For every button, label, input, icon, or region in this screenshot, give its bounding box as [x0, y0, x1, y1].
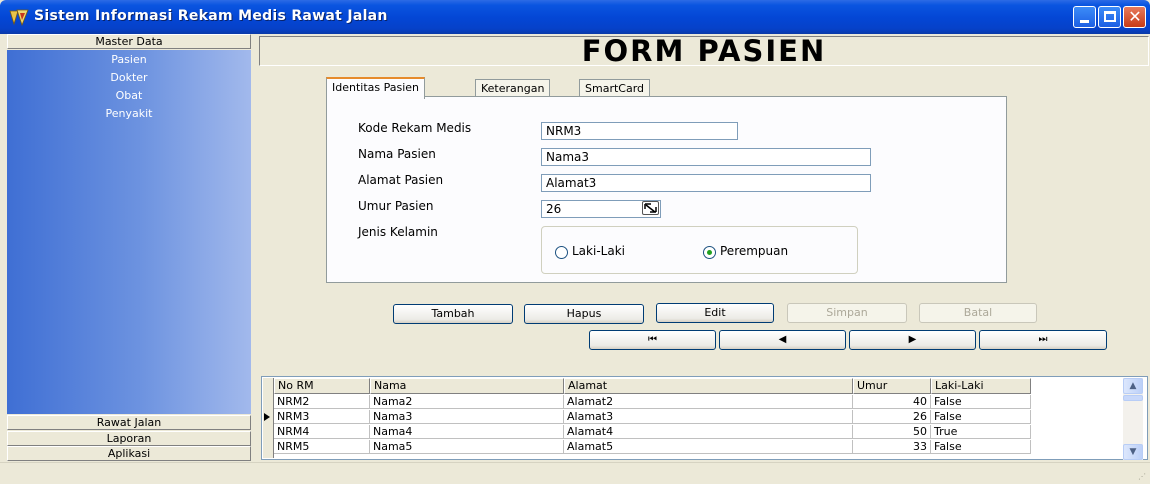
tab-identitas-pasien[interactable]: Identitas Pasien	[326, 77, 426, 99]
sidebar-item-pasien[interactable]: Pasien	[7, 53, 251, 66]
prior-record-icon: ◀	[778, 334, 787, 345]
grid-cell[interactable]: 40	[853, 395, 931, 409]
close-icon: ✕	[1128, 7, 1142, 26]
radio-laki-laki-label[interactable]: Laki-Laki	[572, 244, 625, 258]
patient-data-grid[interactable]: No RM Nama Alamat Umur Laki-Laki NRM2 Nam…	[261, 376, 1148, 460]
radio-laki-laki[interactable]	[555, 246, 568, 259]
scroll-up-icon[interactable]: ▲	[1123, 378, 1143, 394]
grid-cell[interactable]: True	[931, 425, 1031, 439]
grid-cell[interactable]: False	[931, 440, 1031, 454]
grid-header-no-rm[interactable]: No RM	[274, 378, 370, 394]
first-record-icon: ⏮	[648, 334, 657, 345]
grid-cell[interactable]: Alamat3	[564, 410, 853, 424]
form-title-panel: FORM PASIEN	[259, 36, 1149, 66]
window-title: Sistem Informasi Rekam Medis Rawat Jalan	[34, 8, 388, 24]
nav-next-button[interactable]: ▶	[849, 330, 976, 350]
sidebar-panel: Pasien Dokter Obat Penyakit	[7, 50, 251, 414]
delphi-app-icon	[9, 9, 29, 27]
hapus-button[interactable]: Hapus	[524, 304, 644, 324]
spin-arrows-icon	[644, 203, 657, 213]
grid-cell[interactable]: Alamat4	[564, 425, 853, 439]
sidebar-header-laporan[interactable]: Laporan	[7, 431, 251, 446]
jenis-kelamin-label: Jenis Kelamin	[358, 225, 438, 239]
grid-vertical-scrollbar[interactable]: ▲ ▼	[1123, 378, 1143, 460]
batal-button[interactable]: Batal	[919, 303, 1037, 323]
sidebar-header-rawat-jalan[interactable]: Rawat Jalan	[7, 415, 251, 430]
next-record-icon: ▶	[908, 334, 917, 345]
nama-pasien-field[interactable]: Nama3	[541, 148, 871, 166]
grid-header-nama[interactable]: Nama	[370, 378, 564, 394]
nav-prior-button[interactable]: ◀	[719, 330, 846, 350]
grid-header-laki-laki[interactable]: Laki-Laki	[931, 378, 1031, 394]
maximize-icon	[1104, 11, 1116, 22]
maximize-button[interactable]	[1098, 6, 1121, 28]
sidebar-header-aplikasi[interactable]: Aplikasi	[7, 446, 251, 461]
grid-cell[interactable]: Nama2	[370, 395, 564, 409]
sidebar-item-dokter[interactable]: Dokter	[7, 71, 251, 84]
close-button[interactable]: ✕	[1123, 6, 1146, 28]
sidebar-header-master-data[interactable]: Master Data	[7, 34, 251, 49]
sidebar-item-obat[interactable]: Obat	[7, 89, 251, 102]
sidebar-item-penyakit[interactable]: Penyakit	[7, 107, 251, 120]
resize-grip-icon[interactable]: ⋰	[1138, 472, 1148, 482]
kode-rekam-medis-label: Kode Rekam Medis	[358, 121, 472, 135]
nav-last-button[interactable]: ⏭	[979, 330, 1107, 350]
edit-button[interactable]: Edit	[656, 303, 774, 323]
spin-updown-icon[interactable]	[642, 201, 659, 215]
grid-cell[interactable]: NRM5	[274, 440, 370, 454]
grid-cell[interactable]: NRM3	[274, 410, 370, 424]
grid-cell[interactable]: False	[931, 395, 1031, 409]
radio-selected-dot	[707, 250, 712, 255]
app-window: Sistem Informasi Rekam Medis Rawat Jalan…	[0, 0, 1150, 484]
alamat-pasien-field[interactable]: Alamat3	[541, 174, 871, 192]
simpan-button[interactable]: Simpan	[787, 303, 907, 323]
alamat-pasien-label: Alamat Pasien	[358, 173, 444, 187]
grid-cell[interactable]: Nama3	[370, 410, 564, 424]
grid-cell[interactable]: False	[931, 410, 1031, 424]
grid-cell[interactable]: 50	[853, 425, 931, 439]
scroll-thumb[interactable]	[1123, 395, 1143, 401]
grid-cell[interactable]: 33	[853, 440, 931, 454]
grid-cell[interactable]: Nama5	[370, 440, 564, 454]
grid-header-alamat[interactable]: Alamat	[564, 378, 853, 394]
page-title: FORM PASIEN	[581, 34, 827, 68]
grid-cell[interactable]: Alamat2	[564, 395, 853, 409]
minimize-icon	[1080, 20, 1089, 23]
grid-cell[interactable]: Nama4	[370, 425, 564, 439]
nav-first-button[interactable]: ⏮	[589, 330, 716, 350]
tambah-button[interactable]: Tambah	[393, 304, 513, 324]
grid-cell[interactable]: Alamat5	[564, 440, 853, 454]
scroll-down-icon[interactable]: ▼	[1123, 444, 1143, 460]
current-row-indicator-icon	[264, 413, 270, 421]
radio-perempuan[interactable]	[703, 246, 716, 259]
title-bar[interactable]: Sistem Informasi Rekam Medis Rawat Jalan…	[0, 0, 1150, 34]
status-bar	[0, 462, 1150, 484]
last-record-icon: ⏭	[1038, 334, 1048, 345]
grid-cell[interactable]: 26	[853, 410, 931, 424]
grid-cell[interactable]: NRM4	[274, 425, 370, 439]
umur-pasien-label: Umur Pasien	[358, 199, 434, 213]
kode-rekam-medis-field[interactable]: NRM3	[541, 122, 738, 140]
grid-header-umur[interactable]: Umur	[853, 378, 931, 394]
radio-perempuan-label[interactable]: Perempuan	[720, 244, 788, 258]
minimize-button[interactable]	[1073, 6, 1096, 28]
grid-cell[interactable]: NRM2	[274, 395, 370, 409]
nama-pasien-label: Nama Pasien	[358, 147, 436, 161]
